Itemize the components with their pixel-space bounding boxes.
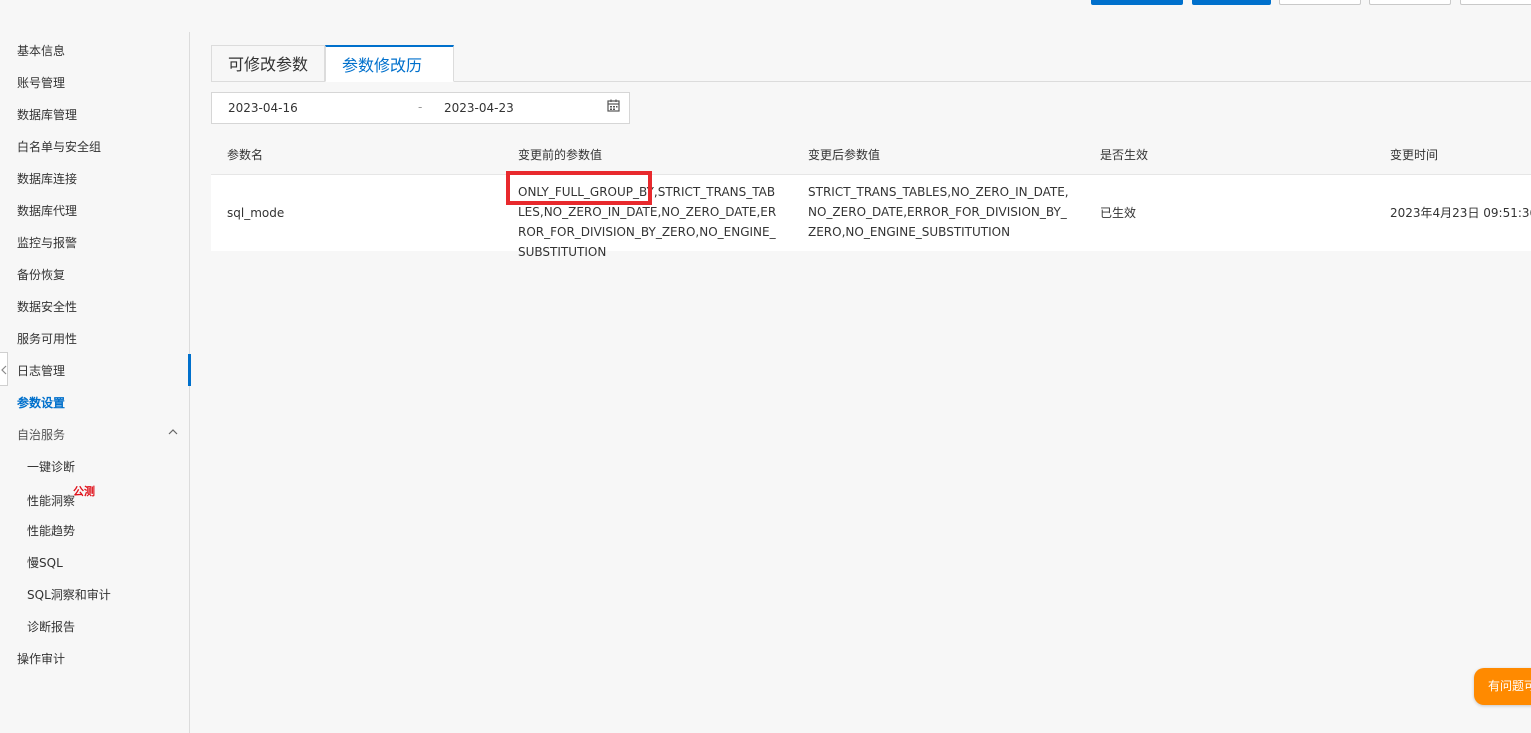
start-date[interactable]: 2023-04-16 [228, 101, 298, 115]
sidebar-item-monitoring[interactable]: 监控与报警 [17, 233, 77, 253]
annotation-highlight-box [506, 171, 652, 205]
calendar-icon[interactable] [607, 99, 621, 113]
sidebar-item-perf-trend[interactable]: 性能趋势 [27, 521, 75, 541]
cell-status: 已生效 [1100, 206, 1137, 220]
beta-badge: 公测 [73, 485, 95, 498]
header-change-time: 变更时间 [1390, 148, 1439, 162]
chevron-up-icon[interactable] [168, 426, 178, 439]
table-header: 参数名 变更前的参数值 变更后参数值 是否生效 变更时间 [211, 134, 1531, 174]
date-range-picker[interactable]: 2023-04-16 - 2023-04-23 [211, 92, 630, 124]
sidebar-item-operation-audit[interactable]: 操作审计 [17, 649, 65, 669]
tab-param-history[interactable]: 参数修改历史 [325, 45, 454, 112]
sidebar-item-whitelist[interactable]: 白名单与安全组 [17, 137, 101, 157]
top-button-4[interactable] [1369, 0, 1451, 5]
sidebar-group-autonomy[interactable]: 自治服务 [17, 425, 65, 445]
sidebar-item-diagnosis[interactable]: 一键诊断 [27, 457, 75, 477]
header-effective: 是否生效 [1100, 148, 1149, 162]
top-primary-button-1[interactable] [1091, 0, 1183, 5]
sidebar-item-backup[interactable]: 备份恢复 [17, 265, 65, 285]
chevron-left-icon[interactable] [0, 352, 8, 386]
sidebar-item-accounts[interactable]: 账号管理 [17, 73, 65, 93]
sidebar-item-perf-insight[interactable]: 性能洞察 [27, 491, 75, 511]
sidebar-item-databases[interactable]: 数据库管理 [17, 105, 77, 125]
active-indicator [188, 354, 191, 386]
sidebar-item-sql-audit[interactable]: SQL洞察和审计 [27, 585, 111, 605]
date-separator: - [418, 100, 423, 114]
help-button[interactable]: 有问题可 [1474, 668, 1531, 705]
sidebar-item-logs[interactable]: 日志管理 [17, 361, 65, 381]
header-before-value: 变更前的参数值 [518, 148, 603, 162]
header-param-name: 参数名 [227, 148, 264, 162]
sidebar-item-parameters[interactable]: 参数设置 [17, 393, 65, 413]
header-after-value: 变更后参数值 [808, 148, 881, 162]
sidebar-item-connection[interactable]: 数据库连接 [17, 169, 77, 189]
sidebar-item-data-security[interactable]: 数据安全性 [17, 297, 77, 317]
cell-change-time: 2023年4月23日 09:51:36 [1390, 206, 1531, 220]
sidebar-item-basic-info[interactable]: 基本信息 [17, 41, 65, 61]
top-primary-button-2[interactable] [1192, 0, 1271, 5]
end-date[interactable]: 2023-04-23 [444, 101, 514, 115]
sidebar-item-proxy[interactable]: 数据库代理 [17, 201, 77, 221]
top-button-3[interactable] [1279, 0, 1361, 5]
sidebar-item-availability[interactable]: 服务可用性 [17, 329, 77, 349]
table-row: sql_mode ONLY_FULL_GROUP_BY,STRICT_TRANS… [211, 174, 1531, 259]
sidebar-item-slow-sql[interactable]: 慢SQL [27, 553, 63, 573]
cell-param-name: sql_mode [227, 206, 285, 220]
tab-editable-params[interactable]: 可修改参数 [211, 45, 325, 82]
top-button-5[interactable] [1460, 0, 1531, 5]
sidebar-item-diag-report[interactable]: 诊断报告 [27, 617, 75, 637]
cell-after-value: STRICT_TRANS_TABLES,NO_ZERO_IN_DATE,NO_Z… [808, 185, 1069, 239]
